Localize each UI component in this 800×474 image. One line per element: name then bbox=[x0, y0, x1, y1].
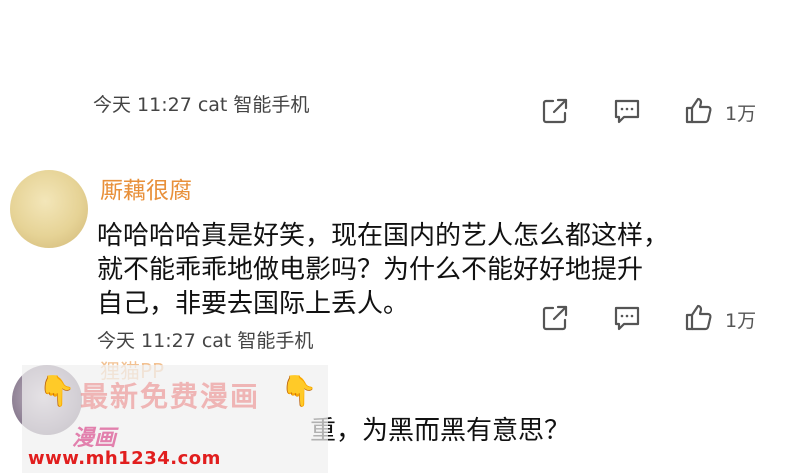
thumbs-up-icon[interactable] bbox=[684, 302, 714, 332]
comment-text-line: 就不能乖乖地做电影吗？为什么不能好好地提升 bbox=[97, 255, 644, 285]
avatar[interactable] bbox=[10, 170, 88, 248]
pointing-hand-icon: 👇 bbox=[280, 374, 318, 409]
thumbs-up-icon[interactable] bbox=[684, 95, 714, 125]
comment-meta: 今天 11:27 cat 智能手机 bbox=[97, 330, 314, 352]
comment-text-partial: 重，为黑而黑有意思？ bbox=[310, 416, 571, 446]
comment-text-line: 哈哈哈哈真是好笑，现在国内的艺人怎么都这样， bbox=[97, 221, 670, 251]
watermark-url[interactable]: www.mh1234.com bbox=[28, 448, 221, 469]
comment-icon[interactable] bbox=[612, 303, 642, 333]
comment-icon[interactable] bbox=[612, 96, 642, 126]
like-count: 1万 bbox=[725, 310, 757, 332]
pointing-hand-icon: 👇 bbox=[38, 374, 76, 409]
watermark-title: 最新免费漫画 bbox=[80, 380, 261, 413]
share-icon[interactable] bbox=[540, 303, 570, 333]
share-icon[interactable] bbox=[540, 96, 570, 126]
comment-meta: 今天 11:27 cat 智能手机 bbox=[93, 94, 310, 116]
like-count: 1万 bbox=[725, 103, 757, 125]
username[interactable]: 厮藕很腐 bbox=[100, 171, 192, 205]
